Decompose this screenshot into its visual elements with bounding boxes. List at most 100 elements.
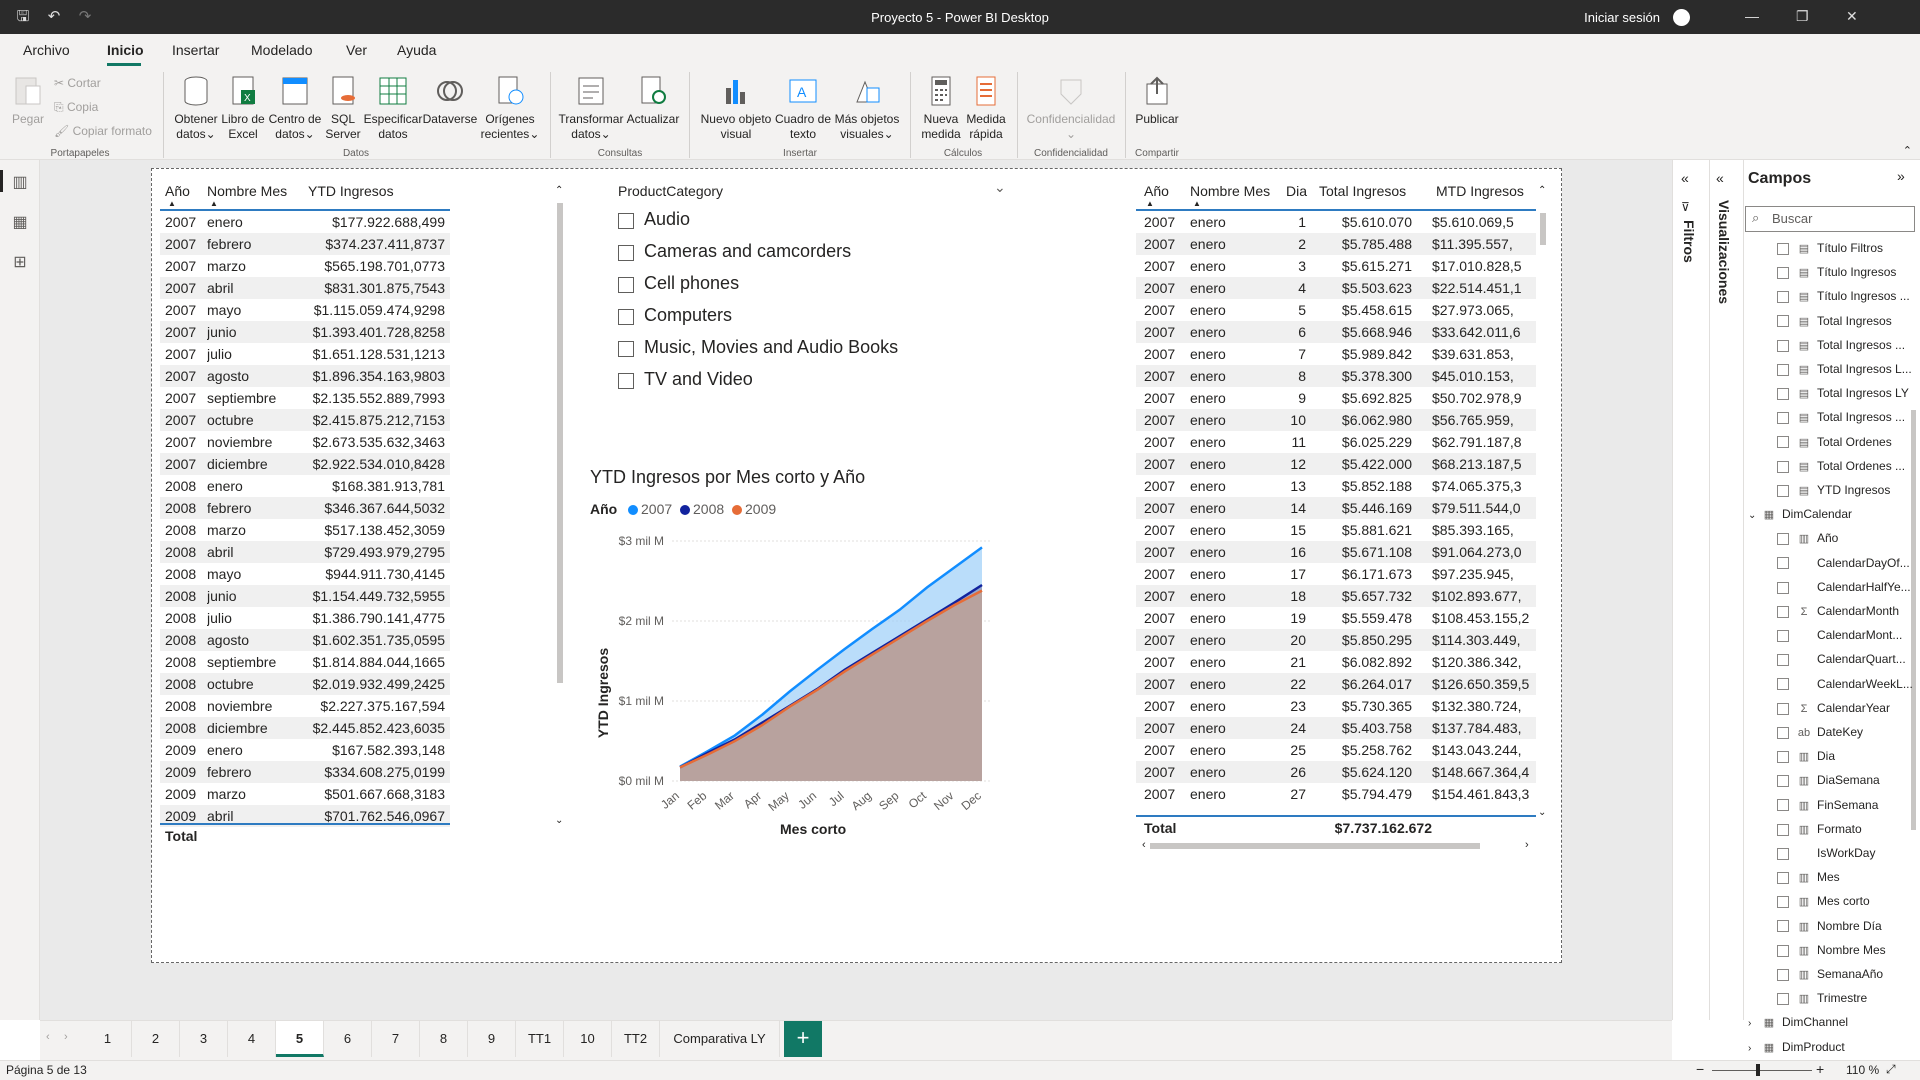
table-row[interactable]: 2008 marzo $517.138.452,3059 <box>160 519 450 541</box>
scroll-down-icon[interactable]: ⌄ <box>555 815 563 826</box>
page-tab[interactable]: 7 <box>372 1021 420 1057</box>
slicer-dropdown-icon[interactable]: ⌄ <box>994 179 1006 196</box>
field-checkbox[interactable] <box>1777 702 1789 715</box>
menu-modelado[interactable]: Modelado <box>251 42 313 58</box>
textbox-button[interactable]: A Cuadro de texto <box>774 74 832 142</box>
field-item[interactable]: ▤ Total Ingresos ... <box>1777 410 1905 424</box>
fields-search-input[interactable]: Buscar <box>1745 206 1915 232</box>
page-tab[interactable]: Comparativa LY <box>660 1021 780 1057</box>
ytd-area-chart[interactable]: YTD Ingresos por Mes corto y Año Año 200… <box>572 467 1022 857</box>
table-row[interactable]: 2007 enero 7 $5.989.842 $39.631.853, <box>1136 343 1536 365</box>
field-item[interactable]: ▤ Total Ingresos <box>1777 314 1892 328</box>
page-tab[interactable]: 6 <box>324 1021 372 1057</box>
table-row[interactable]: 2007 mayo $1.115.059.474,9298 <box>160 299 450 321</box>
copy-button[interactable]: ⎘ Copia <box>54 100 98 115</box>
field-item[interactable]: ▥ Año <box>1777 531 1838 545</box>
vertical-scrollbar-thumb[interactable] <box>1540 213 1546 245</box>
table-row[interactable]: 2008 julio $1.386.790.141,4775 <box>160 607 450 629</box>
table-row[interactable]: 2007 enero 20 $5.850.295 $114.303.449, <box>1136 629 1536 651</box>
table-row[interactable]: 2007 agosto $1.896.354.163,9803 <box>160 365 450 387</box>
expand-chevron-icon[interactable]: › <box>1748 1043 1762 1054</box>
field-checkbox[interactable] <box>1777 291 1789 304</box>
page-tab[interactable]: 3 <box>180 1021 228 1057</box>
menu-insertar[interactable]: Insertar <box>172 42 219 58</box>
table-row[interactable]: 2007 marzo $565.198.701,0773 <box>160 255 450 277</box>
fields-scrollbar[interactable] <box>1911 410 1916 830</box>
field-checkbox[interactable] <box>1777 605 1789 618</box>
field-item[interactable]: ▥ Formato <box>1777 822 1862 836</box>
field-item[interactable]: IsWorkDay <box>1777 846 1875 860</box>
enter-data-button[interactable]: Especificar datos <box>363 74 423 142</box>
slicer-checkbox[interactable] <box>618 277 634 293</box>
page-tab[interactable]: 5 <box>276 1021 324 1057</box>
col-header-year[interactable]: Año <box>165 183 190 199</box>
table-row[interactable]: 2007 enero 17 $6.171.673 $97.235.945, <box>1136 563 1536 585</box>
menu-archivo[interactable]: Archivo <box>23 42 70 58</box>
field-checkbox[interactable] <box>1777 412 1789 425</box>
field-item[interactable]: ▤ Total Ingresos ... <box>1777 338 1905 352</box>
table-row[interactable]: 2007 enero 5 $5.458.615 $27.973.065, <box>1136 299 1536 321</box>
expand-chevron-icon[interactable]: › <box>1748 1018 1762 1029</box>
field-checkbox[interactable] <box>1777 557 1789 570</box>
field-checkbox[interactable] <box>1777 581 1789 594</box>
model-view-icon[interactable]: ⊞ <box>10 252 30 272</box>
zoom-slider[interactable] <box>1712 1070 1812 1071</box>
slicer-item-label[interactable]: Audio <box>644 209 690 230</box>
table-row[interactable]: 2007 enero 21 $6.082.892 $120.386.342, <box>1136 651 1536 673</box>
zoom-slider-thumb[interactable] <box>1756 1064 1760 1076</box>
category-slicer[interactable]: ProductCategory ⌄ Audio Cameras and camco… <box>602 175 1022 405</box>
get-data-button[interactable]: Obtener datos⌄ <box>170 74 222 142</box>
slicer-item-label[interactable]: Cameras and camcorders <box>644 241 851 262</box>
field-item[interactable]: Σ CalendarYear <box>1777 701 1890 715</box>
field-item[interactable]: ▥ FinSemana <box>1777 798 1878 812</box>
table-row[interactable]: 2007 enero 19 $5.559.478 $108.453.155,2 <box>1136 607 1536 629</box>
sql-server-button[interactable]: SQL Server <box>323 74 363 142</box>
menu-inicio[interactable]: Inicio <box>107 42 144 58</box>
slicer-checkbox[interactable] <box>618 245 634 261</box>
field-checkbox[interactable] <box>1777 799 1789 812</box>
table-row[interactable]: 2007 enero 12 $5.422.000 $68.213.187,5 <box>1136 453 1536 475</box>
table-row[interactable]: 2008 abril $729.493.979,2795 <box>160 541 450 563</box>
field-checkbox[interactable] <box>1777 968 1789 981</box>
col-header-ytd[interactable]: YTD Ingresos <box>308 183 394 199</box>
table-row[interactable]: 2007 enero $177.922.688,499 <box>160 211 450 233</box>
prev-page-icon[interactable]: ‹ <box>46 1031 50 1043</box>
page-tab[interactable]: 1 <box>84 1021 132 1057</box>
slicer-checkbox[interactable] <box>618 373 634 389</box>
table-row[interactable]: 2007 enero 10 $6.062.980 $56.765.959, <box>1136 409 1536 431</box>
slicer-item-label[interactable]: Cell phones <box>644 273 739 294</box>
table-row[interactable]: 2007 octubre $2.415.875.212,7153 <box>160 409 450 431</box>
field-checkbox[interactable] <box>1777 823 1789 836</box>
table-row[interactable]: 2007 enero 9 $5.692.825 $50.702.978,9 <box>1136 387 1536 409</box>
field-item[interactable]: Σ CalendarMonth <box>1777 604 1899 618</box>
col-header-month[interactable]: Nombre Mes <box>207 183 287 199</box>
restore-icon[interactable]: ❐ <box>1796 8 1809 25</box>
signin-link[interactable]: Iniciar sesión <box>1584 10 1660 25</box>
field-checkbox[interactable] <box>1777 484 1789 497</box>
scroll-down-icon[interactable]: ⌄ <box>1538 807 1546 818</box>
field-item[interactable]: ▥ Nombre Mes <box>1777 943 1886 957</box>
table-node[interactable]: ⌄ ▦ DimCalendar <box>1748 507 1852 521</box>
field-item[interactable]: CalendarMont... <box>1777 628 1902 642</box>
table-row[interactable]: 2007 junio $1.393.401.728,8258 <box>160 321 450 343</box>
refresh-button[interactable]: Actualizar <box>624 74 682 127</box>
excel-button[interactable]: X Libro de Excel <box>220 74 266 142</box>
menu-ver[interactable]: Ver <box>346 42 367 58</box>
scroll-up-icon[interactable]: ⌃ <box>1538 185 1546 196</box>
slicer-checkbox[interactable] <box>618 341 634 357</box>
table-row[interactable]: 2007 enero 14 $5.446.169 $79.511.544,0 <box>1136 497 1536 519</box>
horizontal-scrollbar-thumb[interactable] <box>1150 843 1480 849</box>
field-item[interactable]: ▤ Título Ingresos ... <box>1777 289 1910 303</box>
avatar[interactable] <box>1673 9 1690 26</box>
table-row[interactable]: 2007 enero 13 $5.852.188 $74.065.375,3 <box>1136 475 1536 497</box>
field-item[interactable]: ▤ YTD Ingresos <box>1777 483 1890 497</box>
table-row[interactable]: 2007 diciembre $2.922.534.010,8428 <box>160 453 450 475</box>
field-checkbox[interactable] <box>1777 339 1789 352</box>
field-item[interactable]: CalendarWeekL... <box>1777 677 1913 691</box>
scroll-left-icon[interactable]: ‹ <box>1142 839 1146 851</box>
table-row[interactable]: 2007 enero 22 $6.264.017 $126.650.359,5 <box>1136 673 1536 695</box>
slicer-checkbox[interactable] <box>618 213 634 229</box>
field-checkbox[interactable] <box>1777 242 1789 255</box>
data-hub-button[interactable]: Centro de datos⌄ <box>267 74 323 142</box>
dataverse-button[interactable]: Dataverse <box>422 74 478 127</box>
